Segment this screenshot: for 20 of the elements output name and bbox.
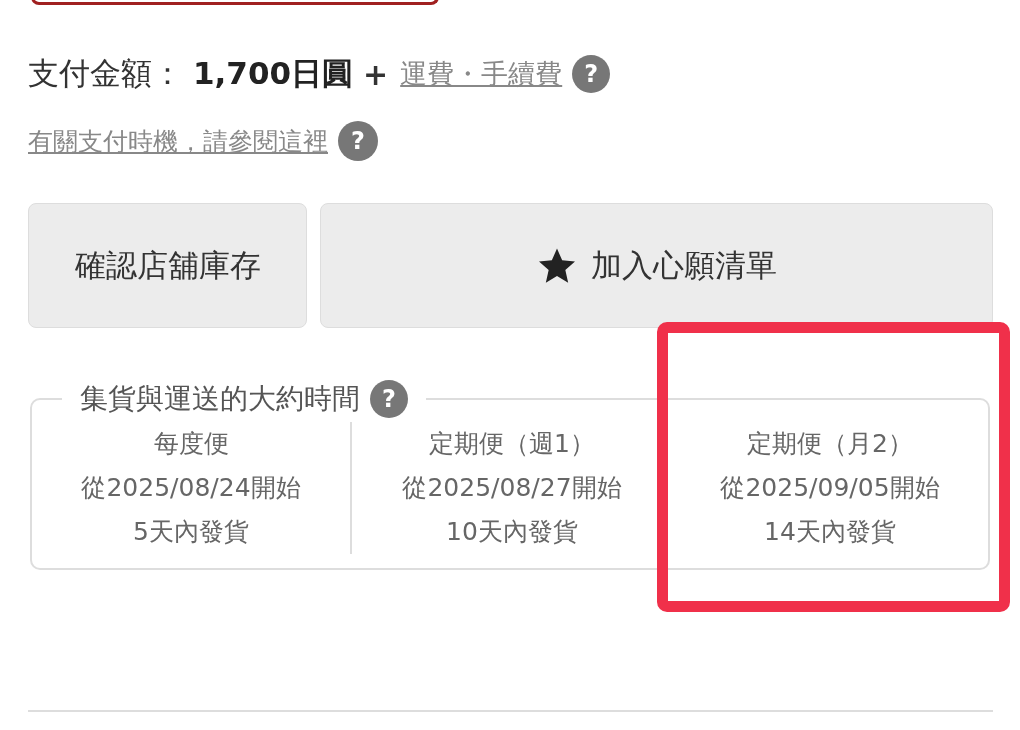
option-name: 每度便 — [152, 428, 230, 460]
wishlist-button[interactable]: 加入心願清單 — [320, 203, 993, 328]
plus-sign: + — [363, 56, 389, 92]
option-start-date: 從2025/09/05開始 — [719, 472, 941, 504]
option-start-date: 從2025/08/24開始 — [80, 472, 302, 504]
option-start-date: 從2025/08/27開始 — [401, 472, 623, 504]
store-stock-button[interactable]: 確認店舖庫存 — [28, 203, 307, 328]
option-lead-time: 14天內發貨 — [763, 516, 897, 548]
payment-timing-link[interactable]: 有關支付時機，請參閱這裡 — [28, 124, 328, 158]
option-lead-time: 10天內發貨 — [445, 516, 579, 548]
option-lead-time: 5天內發貨 — [132, 516, 250, 548]
help-icon[interactable]: ? — [572, 55, 611, 93]
option-name: 定期便（週1） — [428, 428, 596, 460]
shipping-title: 集貨與運送的大約時間 — [80, 381, 360, 417]
option-name: 定期便（月2） — [746, 428, 914, 460]
payment-label: 支付金額： — [28, 54, 183, 93]
fee-link[interactable]: 運費・手續費 — [400, 56, 563, 92]
help-icon[interactable]: ? — [338, 121, 378, 161]
help-icon[interactable]: ? — [370, 380, 408, 418]
payment-amount: 1,700日圓 — [193, 54, 354, 93]
